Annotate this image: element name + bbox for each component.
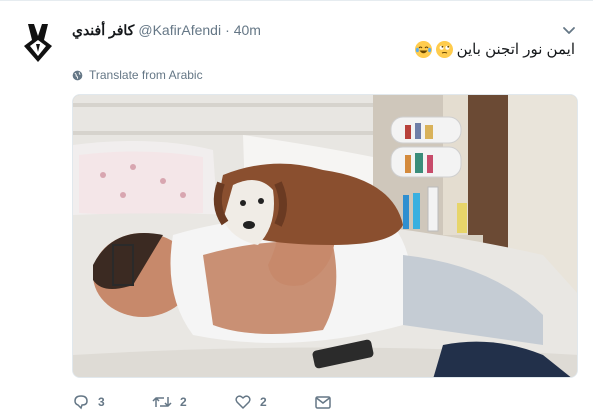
tweet-header: كافر أفندي @KafirAfendi · 40m — [72, 20, 261, 40]
reply-count: 3 — [98, 395, 105, 409]
tweet-text: ايمن نور اتجنن باين — [414, 36, 575, 62]
divider — [0, 0, 593, 1]
username[interactable]: @KafirAfendi — [138, 22, 221, 38]
reply-button[interactable]: 3 — [72, 392, 105, 412]
heart-icon — [235, 395, 251, 409]
avatar-logo-icon — [24, 24, 52, 62]
tweet-text-content: ايمن نور اتجنن باين — [456, 41, 575, 58]
mail-icon — [315, 396, 331, 409]
like-button[interactable]: 2 — [234, 392, 267, 412]
globe-icon — [72, 70, 83, 80]
rolling-eyes-emoji-icon — [435, 40, 453, 58]
timestamp[interactable]: 40m — [234, 22, 261, 38]
separator: · — [225, 22, 230, 38]
laughing-tears-emoji-icon — [414, 40, 432, 58]
photo-illustration — [73, 95, 577, 377]
translate-label: Translate from Arabic — [89, 68, 203, 82]
retweet-button[interactable]: 2 — [152, 392, 187, 412]
avatar[interactable] — [14, 18, 62, 66]
direct-message-button[interactable] — [314, 392, 332, 412]
tweet-actions: 3 2 2 — [72, 392, 372, 412]
reply-icon — [74, 395, 88, 410]
display-name[interactable]: كافر أفندي — [72, 22, 134, 39]
translate-link[interactable]: Translate from Arabic — [72, 67, 203, 83]
tweet-photo[interactable] — [72, 94, 578, 378]
retweet-count: 2 — [180, 395, 187, 409]
like-count: 2 — [260, 395, 267, 409]
retweet-icon — [152, 397, 172, 407]
